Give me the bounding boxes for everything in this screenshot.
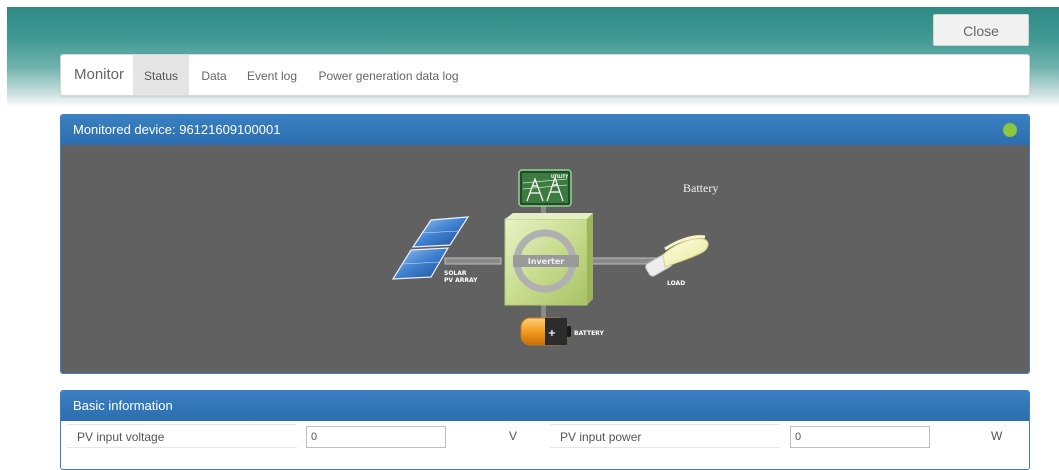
info-row: PV input voltage V PV input power W xyxy=(61,421,1029,451)
pv-input-voltage-unit: V xyxy=(509,429,518,443)
pv-input-voltage-label: PV input voltage xyxy=(67,424,297,448)
device-panel-title: Monitored device: 96121609100001 xyxy=(73,122,281,137)
basic-info-panel: Basic information PV input voltage V PV … xyxy=(60,390,1030,470)
tab-status[interactable]: Status xyxy=(133,55,189,95)
solar-label-line-2: PV ARRAY xyxy=(444,277,478,284)
utility-label: UTILITY xyxy=(551,174,568,179)
nav-bar: Monitor Status Data Event log Power gene… xyxy=(60,54,1030,96)
tab-data[interactable]: Data xyxy=(195,55,233,95)
nav-brand: Monitor xyxy=(74,66,125,83)
solar-label-line-1: SOLAR xyxy=(444,270,467,277)
device-panel-header: Monitored device: 96121609100001 xyxy=(61,115,1029,145)
flow-diagram: UTILITY Inverter SOLAR PV ARRAY LOAD + B… xyxy=(391,169,709,346)
system-diagram: Battery UTILITY Inverter SOLAR PV ARRAY … xyxy=(61,145,1029,373)
svg-text:+: + xyxy=(548,328,556,339)
battery-icon: + xyxy=(520,317,571,346)
utility-icon: UTILITY xyxy=(518,169,572,207)
load-bulb-icon xyxy=(645,235,709,277)
load-label: LOAD xyxy=(667,280,685,287)
inverter-label: Inverter xyxy=(528,257,565,266)
basic-info-title: Basic information xyxy=(73,398,173,413)
battery-label: BATTERY xyxy=(574,330,604,337)
basic-info-header: Basic information xyxy=(61,391,1029,421)
pv-input-power-unit: W xyxy=(991,429,1003,443)
inverter-icon: Inverter xyxy=(504,213,593,306)
pv-input-power-field[interactable] xyxy=(790,426,930,448)
tab-power-generation-data-log[interactable]: Power generation data log xyxy=(316,55,461,95)
pv-input-power-label: PV input power xyxy=(550,424,780,448)
status-indicator xyxy=(1003,123,1017,137)
pv-input-voltage-field[interactable] xyxy=(306,426,446,448)
tab-event-log[interactable]: Event log xyxy=(242,55,302,95)
device-panel: Monitored device: 96121609100001 Battery xyxy=(60,114,1030,374)
close-button[interactable]: Close xyxy=(933,14,1029,46)
